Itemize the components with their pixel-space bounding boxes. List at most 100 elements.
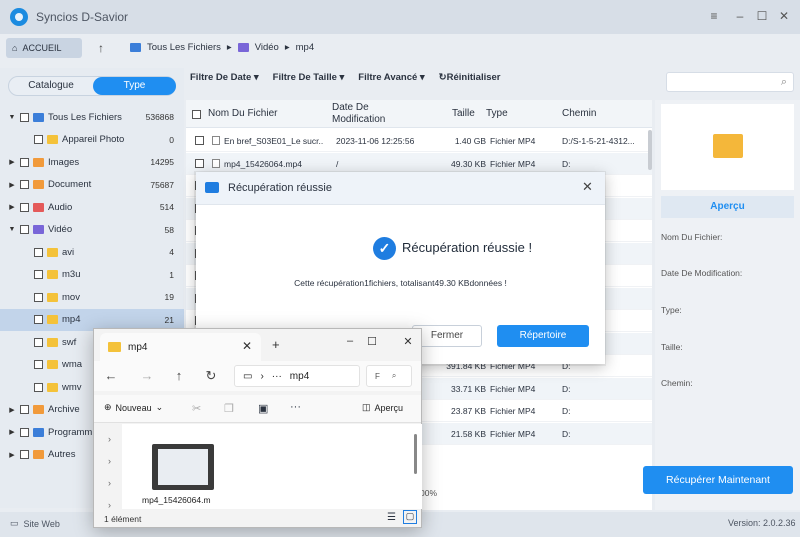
cell-path: D: [562, 383, 571, 394]
sidebar-item-tous-les-fichiers[interactable]: ▼ Tous Les Fichiers 536868 [0, 106, 184, 128]
open-directory-button[interactable]: Répertoire [497, 325, 589, 347]
sidebar-item-label: Tous Les Fichiers [48, 111, 122, 123]
advanced-filter[interactable]: Filtre Avancé ▾ [358, 72, 424, 83]
expand-caret-icon[interactable]: ▶ [8, 158, 16, 166]
item-checkbox[interactable] [20, 157, 29, 167]
expand-caret-icon[interactable]: ▶ [8, 428, 16, 436]
expand-icon[interactable]: › [108, 500, 111, 510]
explorer-toolbar: ⊕ Nouveau ⌄ ✂ ❐ ▣ ··· ◫ Aperçu [94, 395, 421, 423]
col-date[interactable]: Date De Modification [332, 102, 412, 126]
minimize-icon[interactable]: – [338, 335, 362, 347]
menu-icon[interactable]: ≡ [704, 9, 724, 23]
expand-caret-icon[interactable]: ▼ [8, 114, 16, 121]
cell-size: 21.58 KB [451, 428, 486, 439]
folder-icon [33, 157, 44, 167]
dialog-close-icon[interactable]: ✕ [582, 179, 593, 195]
address-input[interactable]: ▭ › ··· mp4 [234, 365, 360, 387]
sidebar-item-mov[interactable]: mov 19 [0, 286, 184, 308]
up-icon[interactable]: ↑ [170, 368, 188, 383]
sidebar-item-audio[interactable]: ▶ Audio 514 [0, 196, 184, 218]
item-checkbox[interactable] [34, 360, 43, 369]
sidebar-item-avi[interactable]: avi 4 [0, 241, 184, 263]
explorer-tab[interactable]: mp4 ✕ [100, 333, 261, 361]
item-checkbox[interactable] [34, 292, 43, 302]
maximize-icon[interactable]: ☐ [360, 335, 384, 348]
view-toggle: Catalogue Type [8, 76, 176, 96]
video-file-thumbnail[interactable] [152, 444, 214, 490]
more-options-icon[interactable]: ··· [290, 401, 301, 413]
sidebar-item-m3u[interactable]: m3u 1 [0, 264, 184, 286]
maximize-icon[interactable]: ☐ [752, 9, 772, 23]
row-checkbox[interactable] [195, 158, 204, 168]
forward-icon[interactable]: → [138, 368, 156, 383]
item-checkbox[interactable] [20, 202, 29, 212]
expand-caret-icon[interactable]: ▶ [8, 451, 16, 459]
details-view-icon[interactable]: ☰ [387, 512, 396, 523]
file-view-scrollbar[interactable] [414, 434, 417, 474]
select-all-checkbox[interactable] [192, 110, 201, 119]
item-checkbox[interactable] [20, 225, 29, 234]
table-scrollbar[interactable] [648, 130, 652, 170]
item-checkbox[interactable] [34, 135, 43, 144]
reset-button[interactable]: ↻Réinitialiser [439, 72, 501, 83]
size-filter[interactable]: Filtre De Taille ▾ [273, 72, 345, 83]
recover-now-button[interactable]: Récupérer Maintenant [643, 466, 793, 494]
website-link[interactable]: ▭ Site Web [10, 518, 60, 529]
tab-type[interactable]: Type [93, 77, 176, 95]
item-checkbox[interactable] [34, 382, 43, 392]
up-arrow-icon[interactable]: ↑ [98, 41, 104, 55]
item-checkbox[interactable] [34, 337, 43, 347]
minimize-icon[interactable]: – [730, 9, 750, 23]
sidebar-item-count: 1 [169, 269, 174, 280]
home-button[interactable]: ⌂ ACCUEIL [6, 38, 82, 58]
search-input[interactable]: ⌕ [666, 72, 794, 92]
tab-close-icon[interactable]: ✕ [242, 339, 252, 353]
sidebar-item-vidéo[interactable]: ▼ Vidéo 58 [0, 219, 184, 241]
preview-pane-button[interactable]: ◫ Aperçu [362, 402, 403, 413]
refresh-icon[interactable]: ↻ [202, 368, 220, 384]
date-filter[interactable]: Filtre De Date ▾ [190, 72, 259, 83]
item-checkbox[interactable] [20, 112, 29, 122]
copy-icon[interactable]: ❐ [224, 402, 234, 415]
back-icon[interactable]: ← [102, 368, 120, 383]
col-path[interactable]: Chemin [562, 108, 596, 119]
tiles-view-icon[interactable]: ▢ [403, 510, 417, 524]
expand-icon[interactable]: › [108, 456, 111, 466]
tab-catalogue[interactable]: Catalogue [9, 77, 93, 95]
expand-caret-icon[interactable]: ▶ [8, 406, 16, 414]
table-row[interactable]: En bref_S03E01_Le sucr... 2023-11-06 12:2… [186, 130, 652, 152]
new-button[interactable]: ⊕ Nouveau ⌄ [104, 402, 163, 413]
crumb-mp4[interactable]: mp4 [296, 42, 314, 53]
item-checkbox[interactable] [20, 427, 29, 437]
sidebar-item-document[interactable]: ▶ Document 75687 [0, 174, 184, 196]
preview-button[interactable]: Aperçu [661, 196, 794, 218]
item-checkbox[interactable] [20, 450, 29, 459]
item-checkbox[interactable] [20, 180, 29, 189]
new-tab-icon[interactable]: + [272, 337, 280, 352]
close-icon[interactable]: ✕ [774, 9, 794, 23]
sidebar-item-images[interactable]: ▶ Images 14295 [0, 151, 184, 173]
item-checkbox[interactable] [34, 247, 43, 257]
expand-caret-icon[interactable]: ▼ [8, 226, 16, 233]
sidebar-item-appareil-photo[interactable]: Appareil Photo 0 [0, 129, 184, 151]
paste-icon[interactable]: ▣ [258, 402, 268, 415]
close-button[interactable]: Fermer [412, 325, 482, 347]
cut-icon[interactable]: ✂ [192, 402, 201, 415]
explorer-search-input[interactable]: F ⌕ [366, 365, 412, 387]
expand-icon[interactable]: › [108, 478, 111, 488]
crumb-video[interactable]: Vidéo [255, 42, 279, 53]
expand-icon[interactable]: › [108, 434, 111, 444]
row-checkbox[interactable] [195, 136, 204, 145]
close-icon[interactable]: ✕ [396, 335, 420, 348]
item-checkbox[interactable] [20, 405, 29, 414]
expand-caret-icon[interactable]: ▶ [8, 181, 16, 189]
col-size[interactable]: Taille [452, 108, 475, 119]
item-checkbox[interactable] [34, 315, 43, 324]
col-type[interactable]: Type [486, 108, 508, 119]
expand-caret-icon[interactable]: ▶ [8, 203, 16, 211]
item-checkbox[interactable] [34, 270, 43, 279]
col-name[interactable]: Nom Du Fichier [208, 108, 277, 119]
crumb-all-files[interactable]: Tous Les Fichiers [147, 42, 221, 53]
file-name-label[interactable]: mp4_15426064.m [142, 495, 211, 505]
sidebar-item-count: 21 [164, 314, 174, 325]
